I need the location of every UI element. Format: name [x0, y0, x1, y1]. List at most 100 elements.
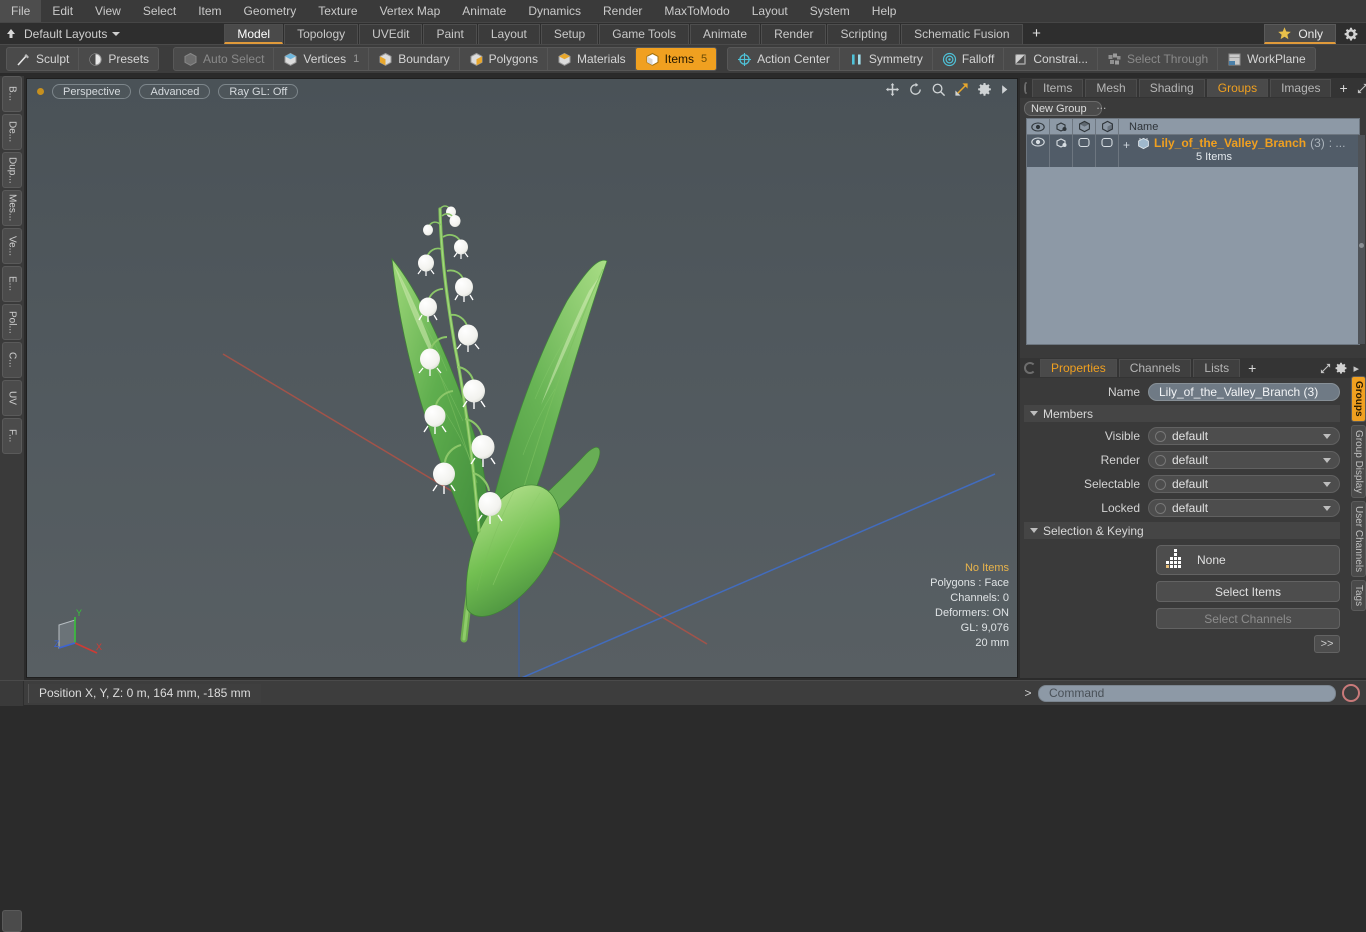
add-properties-tab-button[interactable]: +	[1242, 360, 1262, 376]
add-panel-tab-button[interactable]: +	[1333, 80, 1353, 96]
left-tab-curve[interactable]: C...	[2, 342, 22, 378]
symmetry-button[interactable]: Symmetry	[840, 48, 933, 70]
row-render-toggle[interactable]	[1096, 135, 1119, 167]
vertices-button[interactable]: Vertices 1	[274, 48, 370, 70]
panel-more-icon[interactable]: ▸	[1350, 362, 1362, 375]
menu-item-edit[interactable]: Edit	[41, 0, 84, 22]
left-tab-basic[interactable]: B...	[2, 76, 22, 112]
left-tool-collapse-handle[interactable]	[2, 910, 22, 932]
members-section-header[interactable]: Members	[1024, 405, 1340, 422]
tab-layout[interactable]: Layout	[477, 23, 540, 44]
auto-select-button[interactable]: Auto Select	[174, 48, 275, 70]
locked-state-dot[interactable]	[1155, 502, 1166, 514]
tab-animate[interactable]: Animate	[690, 23, 761, 44]
selectable-dropdown[interactable]: default	[1148, 475, 1340, 493]
add-layout-tab-button[interactable]: +	[1024, 24, 1050, 44]
workplane-button[interactable]: WorkPlane	[1218, 48, 1314, 70]
menu-item-animate[interactable]: Animate	[451, 0, 517, 22]
menu-item-texture[interactable]: Texture	[307, 0, 368, 22]
left-tab-deform[interactable]: De...	[2, 114, 22, 150]
new-group-button[interactable]: New Group	[1024, 101, 1102, 116]
menu-item-file[interactable]: File	[0, 0, 42, 22]
action-center-button[interactable]: Action Center	[728, 48, 840, 70]
selection-keying-section-header[interactable]: Selection & Keying	[1024, 522, 1340, 539]
tab-items[interactable]: Items	[1032, 79, 1084, 97]
tab-game-tools[interactable]: Game Tools	[599, 23, 690, 44]
falloff-button[interactable]: Falloff	[933, 48, 1005, 70]
tab-render[interactable]: Render	[761, 23, 827, 44]
items-button[interactable]: Items 5	[635, 48, 717, 70]
left-tab-duplicate[interactable]: Dup...	[2, 152, 22, 188]
row-visible-toggle[interactable]	[1027, 135, 1050, 167]
tab-images[interactable]: Images	[1270, 79, 1332, 97]
tab-scripting[interactable]: Scripting	[827, 23, 901, 44]
select-items-button[interactable]: Select Items	[1156, 581, 1340, 602]
tab-uvedit[interactable]: UVEdit	[359, 23, 423, 44]
select-through-button[interactable]: Select Through	[1098, 48, 1219, 70]
shaded-cube-icon[interactable]	[1073, 118, 1096, 135]
locked-dropdown[interactable]: default	[1148, 499, 1340, 517]
expand-icon[interactable]	[1320, 363, 1331, 374]
row-shaded-toggle[interactable]	[1073, 135, 1096, 167]
left-tab-fusion[interactable]: F...	[2, 418, 22, 454]
record-icon[interactable]	[1342, 684, 1360, 702]
tab-shading[interactable]: Shading	[1138, 79, 1205, 97]
right-tab-user-channels[interactable]: User Channels	[1351, 500, 1366, 578]
menu-item-layout[interactable]: Layout	[741, 0, 799, 22]
more-options-button[interactable]: >>	[1314, 635, 1340, 653]
tab-paint[interactable]: Paint	[423, 23, 477, 44]
left-tab-vertex[interactable]: Ve...	[2, 228, 22, 264]
menu-item-maxtomodo[interactable]: MaxToModo	[653, 0, 740, 22]
sculpt-button[interactable]: Sculpt	[7, 48, 80, 70]
group-list-scrollbar[interactable]	[1358, 135, 1365, 344]
tab-schematic-fusion[interactable]: Schematic Fusion	[901, 23, 1023, 44]
menu-item-help[interactable]: Help	[861, 0, 908, 22]
tab-mesh[interactable]: Mesh ...	[1085, 79, 1137, 112]
left-tab-uv[interactable]: UV	[2, 380, 22, 416]
tab-topology[interactable]: Topology	[284, 23, 359, 44]
table-row[interactable]: + Lily_of_the_Valley_Branch (3) : ... 5 …	[1027, 135, 1359, 167]
row-wireframe-toggle[interactable]	[1050, 135, 1073, 167]
visible-state-dot[interactable]	[1155, 430, 1166, 442]
constraint-button[interactable]: Constrai...	[1004, 48, 1098, 70]
group-list-body[interactable]: + Lily_of_the_Valley_Branch (3) : ... 5 …	[1026, 135, 1365, 345]
left-tab-mesh-edit[interactable]: Mes...	[2, 190, 22, 226]
boundary-button[interactable]: Boundary	[369, 48, 460, 70]
render-cube-icon[interactable]	[1096, 118, 1119, 135]
menu-item-select[interactable]: Select	[132, 0, 187, 22]
visible-dropdown[interactable]: default	[1148, 427, 1340, 445]
tab-groups[interactable]: Groups	[1206, 79, 1269, 97]
right-tab-groups[interactable]: Groups	[1351, 376, 1366, 422]
menu-item-dynamics[interactable]: Dynamics	[517, 0, 592, 22]
gear-icon[interactable]	[1335, 362, 1347, 374]
command-input[interactable]: Command	[1038, 684, 1336, 702]
right-tab-tags[interactable]: Tags	[1351, 580, 1366, 612]
menu-item-view[interactable]: View	[84, 0, 132, 22]
render-state-dot[interactable]	[1155, 454, 1166, 466]
right-tab-group-display[interactable]: Group Display	[1351, 424, 1366, 498]
name-field[interactable]: Lily_of_the_Valley_Branch (3)	[1148, 383, 1340, 401]
menu-item-item[interactable]: Item	[187, 0, 232, 22]
select-channels-button[interactable]: Select Channels	[1156, 608, 1340, 629]
tab-properties[interactable]: Properties	[1040, 359, 1117, 377]
render-dropdown[interactable]: default	[1148, 451, 1340, 469]
menu-item-render[interactable]: Render	[592, 0, 653, 22]
3d-viewport[interactable]: Perspective Advanced Ray GL: Off No Item…	[26, 78, 1018, 678]
polygons-button[interactable]: Polygons	[460, 48, 548, 70]
selection-none-field[interactable]: None	[1156, 545, 1340, 575]
materials-button[interactable]: Materials	[548, 48, 636, 70]
menu-item-geometry[interactable]: Geometry	[233, 0, 308, 22]
menu-item-system[interactable]: System	[799, 0, 861, 22]
eye-icon[interactable]	[1027, 118, 1050, 135]
expand-icon[interactable]	[1357, 83, 1366, 94]
menu-item-vertex-map[interactable]: Vertex Map	[369, 0, 452, 22]
tab-channels[interactable]: Channels	[1118, 359, 1192, 377]
expand-row-button[interactable]: +	[1123, 138, 1130, 152]
home-arrow-icon[interactable]	[0, 24, 22, 44]
wireframe-icon[interactable]	[1050, 118, 1073, 135]
selectable-state-dot[interactable]	[1155, 478, 1166, 490]
only-toggle-button[interactable]: Only	[1264, 24, 1336, 44]
tab-model[interactable]: Model	[224, 23, 284, 44]
tab-lists[interactable]: Lists	[1193, 359, 1241, 377]
gear-icon[interactable]	[1336, 23, 1366, 45]
